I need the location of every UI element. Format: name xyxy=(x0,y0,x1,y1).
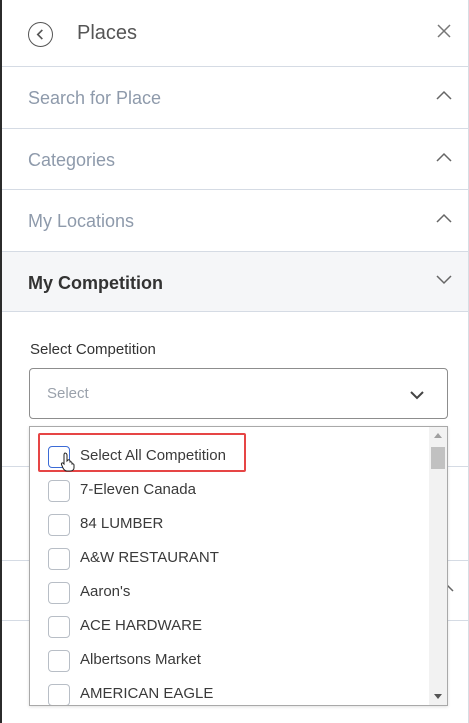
checkbox[interactable] xyxy=(48,684,70,705)
competition-select[interactable]: Select xyxy=(29,368,448,419)
section-label: My Locations xyxy=(28,211,135,231)
page-title: Places xyxy=(77,22,138,44)
option-select-all[interactable]: Select All Competition xyxy=(30,443,425,477)
chevron-down-icon[interactable] xyxy=(409,387,425,403)
checkbox[interactable] xyxy=(48,548,70,570)
scroll-down-arrow-icon[interactable] xyxy=(434,694,442,699)
checkbox[interactable] xyxy=(48,616,70,638)
select-placeholder: Select xyxy=(47,385,89,402)
list-item[interactable]: Albertsons Market xyxy=(30,647,425,681)
list-item[interactable]: AMERICAN EAGLE xyxy=(30,681,425,705)
list-item[interactable]: 84 LUMBER xyxy=(30,511,425,545)
scrollbar[interactable] xyxy=(429,427,447,705)
option-label: Select All Competition xyxy=(80,447,226,464)
panel-header: Places xyxy=(2,0,469,67)
back-icon[interactable] xyxy=(28,22,53,47)
checkbox[interactable] xyxy=(48,582,70,604)
section-search-for-place[interactable]: Search for Place xyxy=(2,67,469,129)
checkbox[interactable] xyxy=(48,514,70,536)
option-label: 84 LUMBER xyxy=(80,515,164,532)
section-my-locations[interactable]: My Locations xyxy=(2,190,469,252)
select-competition-label: Select Competition xyxy=(30,341,156,358)
scroll-up-arrow-icon[interactable] xyxy=(434,433,442,438)
list-item[interactable]: ACE HARDWARE xyxy=(30,613,425,647)
places-panel: Places Search for Place Categories My Lo… xyxy=(0,0,469,723)
option-label: 7-Eleven Canada xyxy=(80,481,196,498)
list-item[interactable]: Aaron's xyxy=(30,579,425,613)
competition-dropdown-list[interactable]: Select All Competition 7-Eleven Canada 8… xyxy=(29,426,448,706)
chevron-up-icon[interactable] xyxy=(435,87,453,105)
scroll-thumb[interactable] xyxy=(431,447,445,469)
chevron-down-icon[interactable] xyxy=(435,270,453,288)
option-label: AMERICAN EAGLE xyxy=(80,685,214,702)
list-item[interactable]: 7-Eleven Canada xyxy=(30,477,425,511)
chevron-up-icon[interactable] xyxy=(435,210,453,228)
option-label: Albertsons Market xyxy=(80,651,201,668)
chevron-up-icon[interactable] xyxy=(435,149,453,167)
section-label: Categories xyxy=(28,150,116,170)
section-categories[interactable]: Categories xyxy=(2,129,469,190)
section-label: Search for Place xyxy=(28,88,162,108)
checkbox[interactable] xyxy=(48,650,70,672)
list-item[interactable]: A&W RESTAURANT xyxy=(30,545,425,579)
option-label: A&W RESTAURANT xyxy=(80,549,219,566)
close-icon[interactable] xyxy=(435,22,453,40)
option-label: ACE HARDWARE xyxy=(80,617,202,634)
checkbox[interactable] xyxy=(48,480,70,502)
section-my-competition[interactable]: My Competition xyxy=(2,252,469,312)
section-label: My Competition xyxy=(28,273,163,293)
hand-cursor-icon xyxy=(60,452,75,472)
option-label: Aaron's xyxy=(80,583,131,600)
